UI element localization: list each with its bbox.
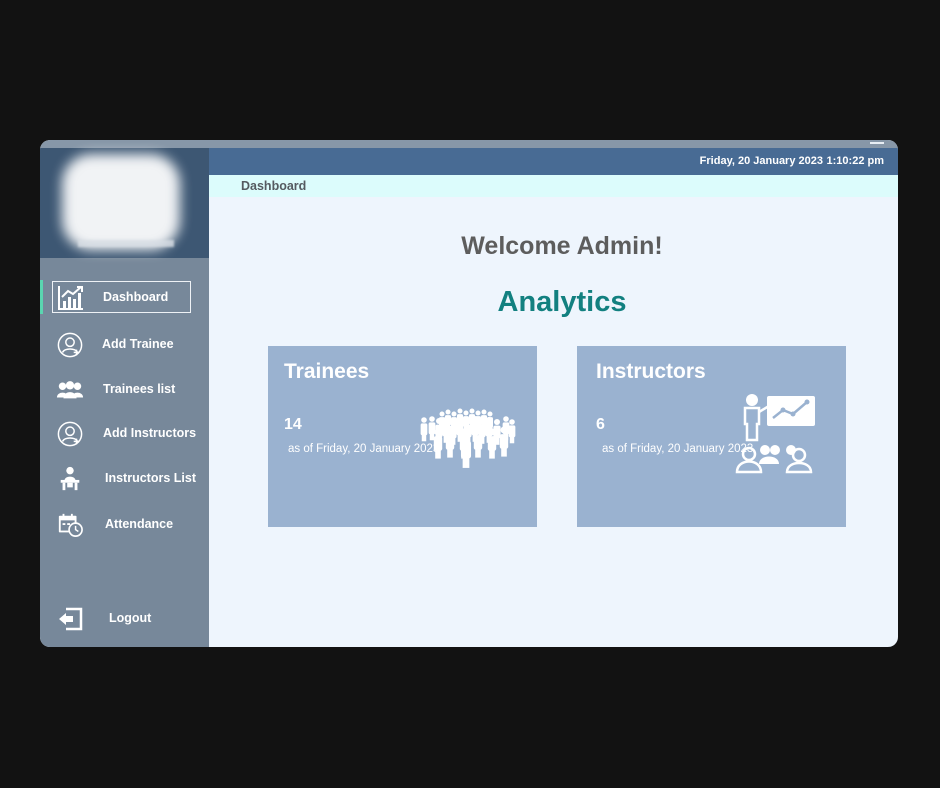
app-window: Dashboard Add Trainee Trainees list Add … [40, 140, 898, 647]
card-as-of: as of Friday, 20 January 2023 [288, 443, 440, 455]
chart-growth-icon [58, 286, 83, 310]
current-time: 1:10:22 pm [826, 155, 884, 167]
sidebar-item-label: Add Trainee [102, 337, 174, 351]
logo-area [40, 148, 209, 258]
sidebar-item-trainees-list[interactable]: Trainees list [52, 374, 191, 406]
add-user-icon [57, 332, 83, 358]
top-bar: Friday, 20 January 2023 1:10:22 pm [209, 148, 898, 175]
current-date: Friday, 20 January 2023 [699, 155, 823, 167]
breadcrumb-label: Dashboard [241, 179, 307, 193]
crowd-icon [420, 408, 516, 468]
minimize-button[interactable] [870, 142, 884, 144]
logo-caption [78, 240, 174, 247]
sidebar-item-label: Attendance [105, 517, 174, 531]
sidebar-item-label: Instructors List [105, 471, 196, 485]
welcome-heading: Welcome Admin! [461, 232, 663, 260]
sidebar-item-add-instructors[interactable]: Add Instructors [52, 418, 196, 450]
card-title: Trainees [284, 360, 370, 383]
sidebar-item-label: Add Instructors [103, 426, 197, 440]
logo [62, 154, 180, 250]
card-as-of: as of Friday, 20 January 2023 [602, 443, 754, 455]
logout-button[interactable]: Logout [52, 603, 191, 635]
title-bar [40, 140, 898, 148]
analytics-heading: Analytics [497, 286, 627, 318]
calendar-clock-icon [58, 513, 83, 537]
card-count: 14 [284, 416, 302, 433]
sidebar-item-instructors-list[interactable]: Instructors List [52, 463, 196, 495]
card-count: 6 [596, 416, 605, 433]
logout-label: Logout [109, 611, 152, 625]
breadcrumb: Dashboard [209, 175, 898, 197]
trainees-card: Trainees 14 as of Friday, 20 January 202… [268, 346, 537, 527]
sidebar-item-label: Dashboard [103, 290, 169, 304]
logout-icon [59, 607, 83, 631]
card-title: Instructors [596, 360, 706, 383]
presenter-icon [60, 466, 80, 491]
group-icon [56, 381, 84, 399]
instructors-card: Instructors 6 as of Friday, 20 January 2… [577, 346, 846, 527]
sidebar-item-label: Trainees list [103, 382, 176, 396]
sidebar-item-add-trainee[interactable]: Add Trainee [52, 329, 191, 361]
add-user-icon [57, 421, 83, 447]
sidebar-item-dashboard[interactable]: Dashboard [52, 281, 191, 313]
sidebar: Dashboard Add Trainee Trainees list Add … [40, 148, 209, 647]
sidebar-item-attendance[interactable]: Attendance [52, 509, 191, 541]
active-indicator [40, 280, 43, 314]
presentation-icon [735, 394, 815, 474]
